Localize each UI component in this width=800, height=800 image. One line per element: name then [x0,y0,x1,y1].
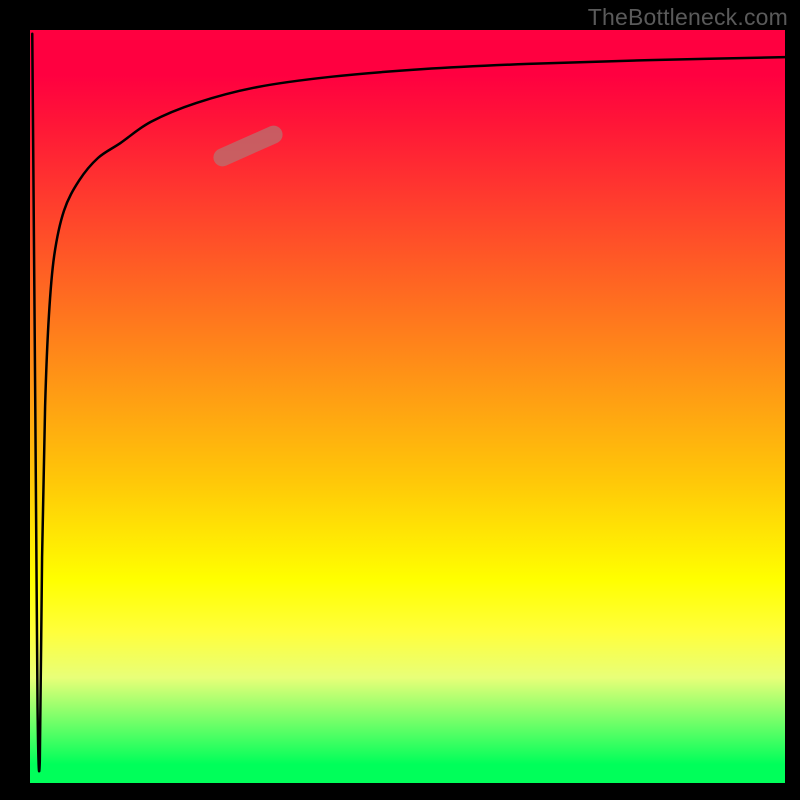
chart-frame: TheBottleneck.com [0,0,800,800]
highlight-marker [211,123,286,170]
bottleneck-curve [32,34,785,771]
watermark-label: TheBottleneck.com [588,4,788,31]
plot-area [30,30,785,783]
curve-svg [30,30,785,783]
